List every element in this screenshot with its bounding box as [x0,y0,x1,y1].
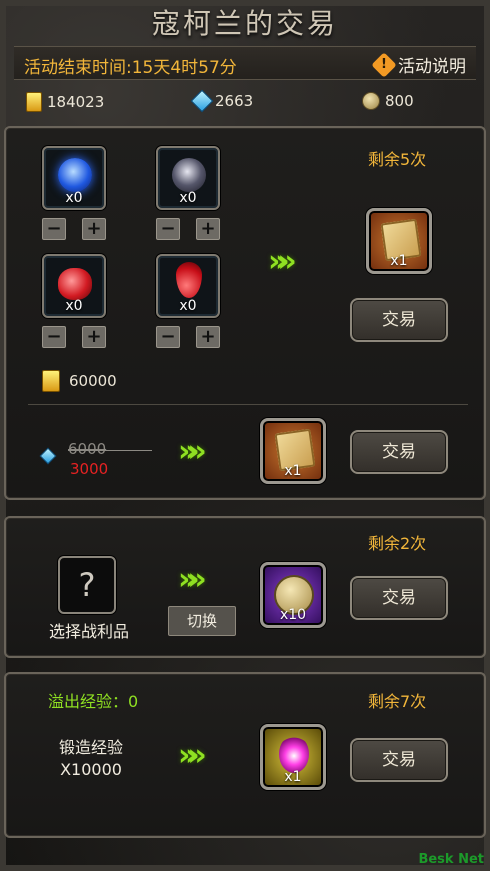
gold-amount: 184023 [47,93,105,111]
trade-button[interactable]: 交易 [350,738,448,782]
exp-amount: X10000 [60,760,122,779]
trade-panel-loot: 剩余2次 ? 选择战利品 »» 切换 x10 交易 [4,516,486,658]
arrows-icon: »» [178,434,207,469]
reward-count: x1 [390,253,408,269]
question-icon: ? [78,566,96,604]
coin-icon [362,92,380,110]
reward-count: x1 [284,769,302,785]
gold-balance: 184023 [26,92,104,112]
reward-count: x10 [279,607,307,623]
exclamation-icon: ! [371,51,397,78]
material-count: x0 [179,190,197,206]
material-slot-drop[interactable]: x0 [156,254,220,318]
minus-button[interactable]: − [42,326,66,348]
currency-bar: 184023 2663 800 [14,88,476,118]
gold-icon [26,92,42,112]
minus-button[interactable]: − [156,326,180,348]
trade-panel-exp: 溢出经验：0 剩余7次 锻造经验 X10000 »» x1 交易 [4,672,486,838]
diamond-amount: 2663 [215,92,254,110]
select-loot-label: 选择战利品 [48,622,129,641]
reward-count: x1 [284,463,302,479]
material-count: x0 [65,298,83,314]
event-help-button[interactable]: ! 活动说明 [371,51,466,78]
reward-slot-scroll[interactable]: x1 [366,208,432,274]
blue-orb-icon [58,158,92,192]
gold-cost-amount: 60000 [69,372,117,390]
help-label: 活动说明 [398,57,466,77]
arrows-icon: »» [268,244,297,279]
material-count: x0 [65,190,83,206]
diamond-balance: 2663 [190,89,254,113]
reward-slot-orb[interactable]: x1 [260,724,326,790]
arrows-icon: »» [178,738,207,773]
remaining-count: 剩余5次 [368,150,427,169]
switch-button[interactable]: 切换 [168,606,236,636]
remaining-count: 剩余7次 [368,692,427,711]
event-end-time: 活动结束时间:15天4时57分 [24,58,237,78]
material-count: x0 [179,298,197,314]
material-slot-dark[interactable]: x0 [156,146,220,210]
page-title: 寇柯兰的交易 [151,7,338,40]
gold-cost: 60000 [42,370,117,392]
diamond-icon [190,89,214,113]
minus-button[interactable]: − [156,218,180,240]
plus-button[interactable]: + [196,326,220,348]
event-info-bar: 活动结束时间:15天4时57分 ! 活动说明 [14,46,476,80]
red-drop-icon [176,262,202,298]
coin-balance: 800 [362,92,414,110]
reward-slot-scroll-alt[interactable]: x1 [260,418,326,484]
plus-button[interactable]: + [82,218,106,240]
discount-price: 3000 [70,460,109,478]
trade-button[interactable]: 交易 [350,576,448,620]
pink-orb-icon [279,735,309,773]
watermark: Besk Net [418,852,484,867]
gold-icon [42,370,60,392]
loot-select-slot[interactable]: ? [58,556,116,614]
coin-amount: 800 [385,92,414,110]
plus-button[interactable]: + [82,326,106,348]
exp-label: 锻造经验 [58,738,123,757]
minus-button[interactable]: − [42,218,66,240]
reward-slot-coin[interactable]: x10 [260,562,326,628]
red-orb-icon [58,268,92,300]
diamond-icon [39,447,57,465]
material-slot-red[interactable]: x0 [42,254,106,318]
material-slot-blue[interactable]: x0 [42,146,106,210]
divider [28,404,468,405]
original-price: 6000 [68,440,107,458]
remaining-count: 剩余2次 [368,534,427,553]
arrows-icon: »» [178,562,207,597]
trade-button-alt[interactable]: 交易 [350,430,448,474]
overflow-exp: 溢出经验：0 [48,692,139,711]
trade-button[interactable]: 交易 [350,298,448,342]
trade-panel-materials: 剩余5次 x0 − + x0 − + x0 − + x0 − + »» x1 交… [4,126,486,500]
strike-line [68,450,152,451]
dark-orb-icon [172,158,206,192]
plus-button[interactable]: + [196,218,220,240]
